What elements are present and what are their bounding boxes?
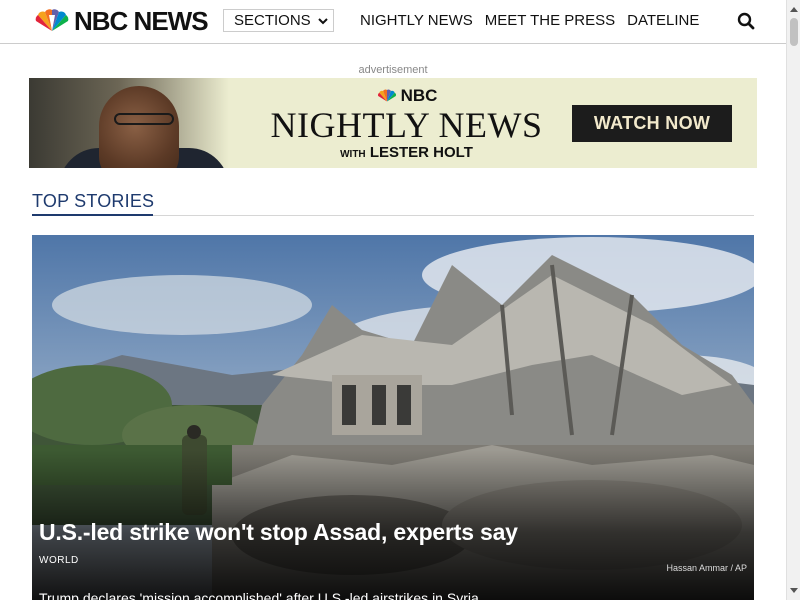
top-nav: NIGHTLY NEWS MEET THE PRESS DATELINE [360,12,699,29]
page-scrollbar[interactable] [786,0,800,600]
nbc-peacock-icon [377,89,396,102]
top-stories-heading: TOP STORIES [32,191,155,211]
hero-headline[interactable]: U.S.-led strike won't stop Assad, expert… [39,519,518,546]
search-icon[interactable] [737,12,755,30]
ad-nbc-mark: NBC [229,86,584,106]
page: NBC NEWS SECTIONS NIGHTLY NEWS MEET THE … [0,0,800,600]
nav-link-meet-the-press[interactable]: MEET THE PRESS [485,12,615,29]
hero-story-card[interactable]: U.S.-led strike won't stop Assad, expert… [32,235,754,600]
nbc-peacock-icon [35,9,69,32]
ad-sub-host: LESTER HOLT [369,144,473,161]
sections-label: SECTIONS [234,12,311,29]
hero-photo-credit: Hassan Ammar / AP [666,563,747,573]
hero-category-label[interactable]: WORLD [39,555,79,566]
chevron-down-icon [317,17,328,24]
nav-link-dateline[interactable]: DATELINE [627,12,699,29]
ad-host-photo [29,78,229,168]
ad-nbc-text: NBC [400,86,438,105]
ad-banner[interactable]: NBC NIGHTLY NEWS WITH LESTER HOLT WATCH … [29,78,757,168]
advertisement-label: advertisement [358,64,428,76]
arrow-up-icon[interactable] [787,2,800,16]
ad-sub-with: WITH [340,149,366,160]
nbc-news-logo[interactable]: NBC NEWS [32,6,209,36]
scrollbar-thumb[interactable] [790,18,798,46]
sections-menu-button[interactable]: SECTIONS [223,9,334,32]
ad-subtitle: WITH LESTER HOLT [229,144,584,164]
nav-link-nightly-news[interactable]: NIGHTLY NEWS [360,12,473,29]
ad-brand-block: NBC NIGHTLY NEWS WITH LESTER HOLT [229,86,584,164]
ad-title: NIGHTLY NEWS [270,105,543,145]
section-heading-underline [32,214,153,216]
site-header: NBC NEWS SECTIONS NIGHTLY NEWS MEET THE … [0,0,786,44]
logo-text: NBC NEWS [74,6,209,36]
watch-now-button[interactable]: WATCH NOW [572,105,732,142]
hero-dek[interactable]: Trump declares 'mission accomplished' af… [39,590,479,600]
arrow-down-icon[interactable] [787,584,800,598]
